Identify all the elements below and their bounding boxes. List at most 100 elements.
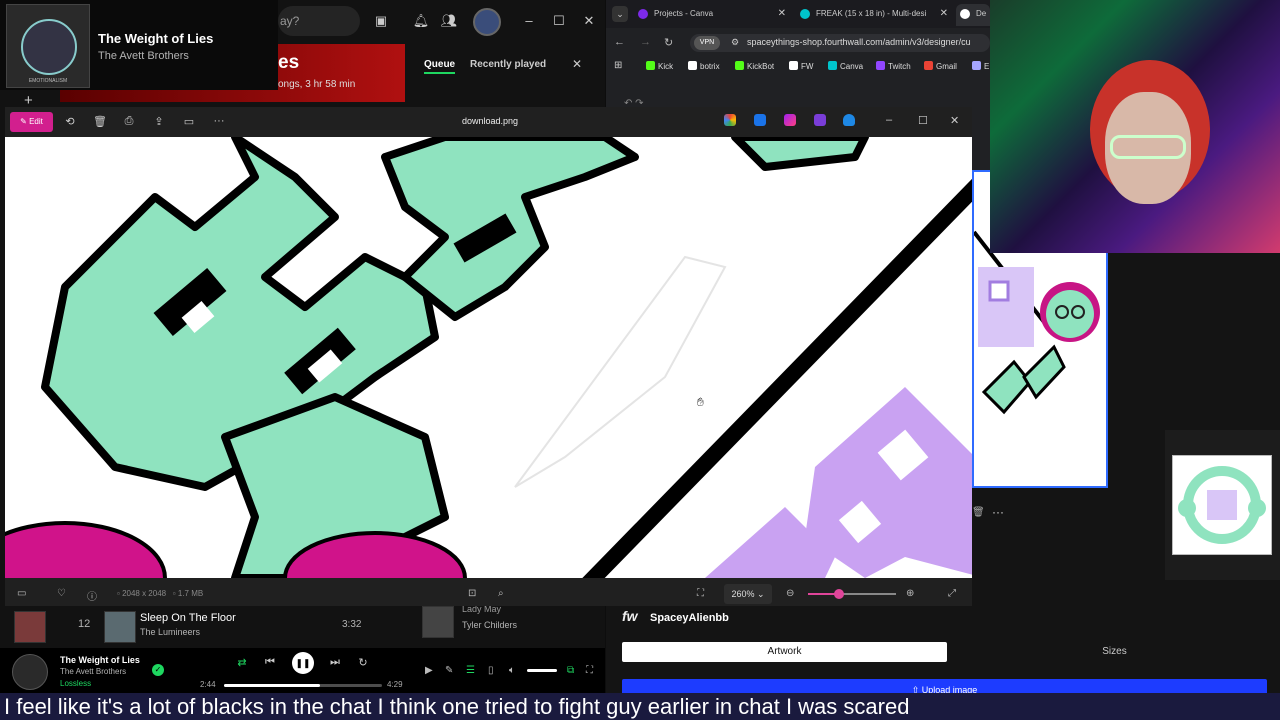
avatar[interactable]	[473, 8, 501, 36]
share-icon[interactable]: ⇪	[151, 115, 167, 128]
more-options-icon[interactable]: ···	[992, 505, 1004, 519]
zoom-dropdown[interactable]: 260% ⌄	[724, 584, 772, 604]
image-canvas[interactable]	[5, 137, 972, 578]
lyrics-icon[interactable]: ✎	[445, 665, 453, 676]
more-icon[interactable]: ···	[211, 115, 227, 127]
upload-image-button[interactable]: ⇧ Upload image	[622, 679, 1267, 693]
info-icon[interactable]: ⓘ	[87, 588, 97, 603]
bookmark-kickbot[interactable]: KickBot	[735, 61, 774, 71]
playlist-title: es	[278, 52, 300, 73]
forward-icon[interactable]: →	[640, 36, 651, 48]
fullscreen-icon[interactable]: ⤢	[948, 588, 956, 599]
progress-fill	[224, 684, 321, 687]
bookmark-label: Canva	[840, 62, 864, 71]
tab-recently-played[interactable]: Recently played	[470, 59, 546, 70]
next-icon[interactable]: ⏭︎	[328, 656, 342, 669]
bookmark-gmail[interactable]: Gmail	[924, 61, 957, 71]
track-thumb	[14, 611, 46, 643]
site-info-icon[interactable]: ⚙	[731, 37, 739, 48]
delete-icon[interactable]: 🗑︎	[92, 115, 108, 128]
edit-button[interactable]: ✎ Edit	[10, 112, 53, 132]
player-artist[interactable]: The Avett Brothers	[60, 667, 126, 676]
bell-icon[interactable]: 🔔︎	[412, 12, 430, 30]
tab-search-icon[interactable]: ⌄	[612, 6, 628, 22]
tab-queue[interactable]: Queue	[424, 59, 456, 74]
miniplayer-icon[interactable]: ⧉	[567, 665, 574, 676]
close-icon[interactable]: ✕	[580, 12, 598, 30]
friends-icon[interactable]: 👥︎	[440, 12, 458, 30]
pause-button[interactable]: ❚❚	[292, 652, 314, 674]
bookmark-label: Kick	[658, 62, 674, 71]
viewer-minimize-icon[interactable]: –	[886, 114, 892, 126]
search-input[interactable]: ay?	[278, 6, 360, 36]
tab-designer[interactable]: De	[956, 4, 990, 26]
viewer-maximize-icon[interactable]: ☐	[918, 114, 928, 127]
photo-editor-icon[interactable]	[754, 114, 766, 126]
bookmark-fw[interactable]: FW	[789, 61, 813, 71]
vpn-badge[interactable]: VPN	[694, 36, 720, 50]
fullscreen-icon[interactable]: ⛶	[586, 665, 593, 676]
viewer-close-icon[interactable]: ✕	[950, 114, 959, 127]
track-title[interactable]: Sleep On The Floor	[140, 612, 236, 624]
tab-freak[interactable]: FREAK (15 x 18 in) - Multi-desi ✕	[796, 4, 952, 26]
queue-icon[interactable]: ☰	[466, 665, 475, 676]
product-thumbnail[interactable]	[1172, 455, 1272, 555]
device-icon[interactable]: ▯	[488, 665, 494, 676]
volume-slider[interactable]	[527, 669, 557, 672]
fit-window-icon[interactable]: ⛶	[697, 588, 704, 599]
track-duration: 3:32	[342, 619, 362, 630]
bookmark-label: botrix	[700, 62, 720, 71]
saved-check-icon[interactable]: ✓	[152, 664, 164, 676]
bookmark-favicon-icon	[924, 61, 933, 70]
tab-close-icon[interactable]: ✕	[940, 8, 948, 19]
queue-close-icon[interactable]: ✕	[572, 57, 582, 71]
browse-icon[interactable]: ▣	[372, 12, 390, 30]
bookmark-favicon-icon	[876, 61, 885, 70]
tab-title: FREAK (15 x 18 in) - Multi-desi	[816, 9, 927, 18]
repeat-icon[interactable]: ↻	[356, 656, 370, 669]
ai-app-icon[interactable]	[724, 114, 736, 126]
previous-icon[interactable]: ⏮︎	[263, 656, 277, 669]
bookmark-label: KickBot	[747, 62, 775, 71]
reload-icon[interactable]: ↻	[664, 36, 673, 49]
designer-app-icon[interactable]	[784, 114, 796, 126]
player-album-art[interactable]	[12, 654, 48, 690]
artwork-tab[interactable]: Artwork	[622, 642, 947, 662]
back-icon[interactable]: ←	[614, 36, 625, 48]
bookmark-botrix[interactable]: botrix	[688, 61, 720, 71]
zoomed-artwork	[5, 137, 972, 578]
zoom-in-icon[interactable]: ⊕	[906, 588, 914, 599]
volume-icon[interactable]: 🔈︎	[509, 665, 515, 676]
apps-grid-icon[interactable]: ⊞	[614, 60, 622, 71]
bookmark-e[interactable]: E	[972, 61, 989, 71]
trash-icon[interactable]: 🗑︎	[972, 507, 985, 518]
clipchamp-icon[interactable]	[814, 114, 826, 126]
visual-search-icon[interactable]: ⌕	[498, 588, 504, 599]
slideshow-icon[interactable]: ▭	[181, 115, 197, 128]
player-title[interactable]: The Weight of Lies	[60, 655, 140, 665]
track-artist[interactable]: The Lumineers	[140, 627, 200, 637]
zoom-slider-handle[interactable]	[833, 589, 844, 599]
onedrive-icon[interactable]	[843, 114, 855, 126]
bookmark-favicon-icon	[828, 61, 837, 70]
print-icon[interactable]: ⎙	[121, 115, 137, 128]
now-playing-view-icon[interactable]: ▶	[425, 665, 433, 676]
shuffle-icon[interactable]: ⇄	[235, 656, 249, 669]
rotate-icon[interactable]: ⟲	[62, 115, 78, 128]
bookmark-twitch[interactable]: Twitch	[876, 61, 911, 71]
url-text[interactable]: spaceythings-shop.fourthwall.com/admin/v…	[747, 37, 971, 47]
crop-icon[interactable]: ⊡	[468, 588, 476, 599]
queue-track-artist[interactable]: Tyler Childers	[462, 620, 517, 630]
bookmark-canva[interactable]: Canva	[828, 61, 863, 71]
tab-canva[interactable]: Projects - Canva ✕	[634, 4, 790, 26]
zoom-out-icon[interactable]: ⊖	[786, 588, 794, 599]
tab-close-icon[interactable]: ✕	[778, 8, 786, 19]
favorite-icon[interactable]: ♡	[57, 588, 66, 599]
filmstrip-icon[interactable]: ▭	[17, 588, 26, 599]
bookmark-kick[interactable]: Kick	[646, 61, 673, 71]
canva-favicon-icon	[638, 9, 648, 19]
minimize-icon[interactable]: –	[520, 12, 538, 30]
sizes-tab[interactable]: Sizes	[952, 642, 1277, 662]
bookmark-favicon-icon	[646, 61, 655, 70]
maximize-icon[interactable]: ☐	[550, 12, 568, 30]
